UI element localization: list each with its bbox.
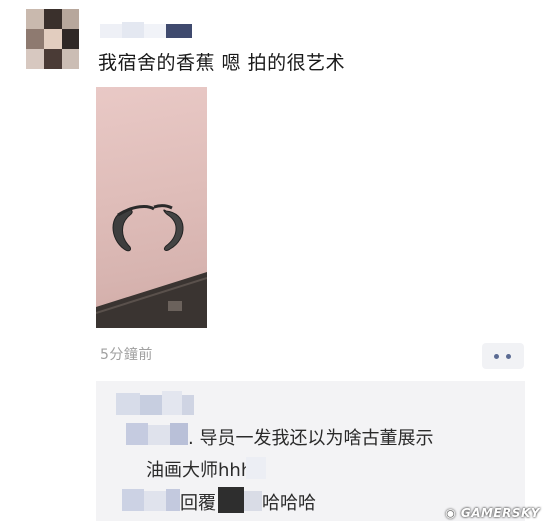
post-photo[interactable] <box>96 87 207 328</box>
weibo-icon: ◉ <box>445 506 461 520</box>
avatar[interactable] <box>26 9 79 69</box>
more-options-button[interactable] <box>482 343 524 369</box>
comments-section: . 导员一发我还以为啥古董展示 油画大师hhh 回覆 哈哈哈 <box>96 381 525 521</box>
more-dots-icon <box>494 354 499 359</box>
comment-text: . 导员一发我还以为啥古董展示 <box>188 428 434 449</box>
watermark-text: GAMERSKY <box>460 506 540 520</box>
post-timestamp: 5分鐘前 <box>100 347 153 363</box>
more-dots-icon <box>506 354 511 359</box>
post-text: 我宿舍的香蕉 嗯 拍的很艺术 <box>98 52 346 74</box>
banana-painting-image <box>96 204 207 328</box>
comment-text: 油画大师hhh <box>146 460 253 481</box>
comment-text: 哈哈哈 <box>262 493 316 514</box>
watermark: ◉ GAMERSKY <box>445 506 540 520</box>
comment-reply-label: 回覆 <box>180 493 216 514</box>
username-blurred[interactable] <box>100 20 192 38</box>
